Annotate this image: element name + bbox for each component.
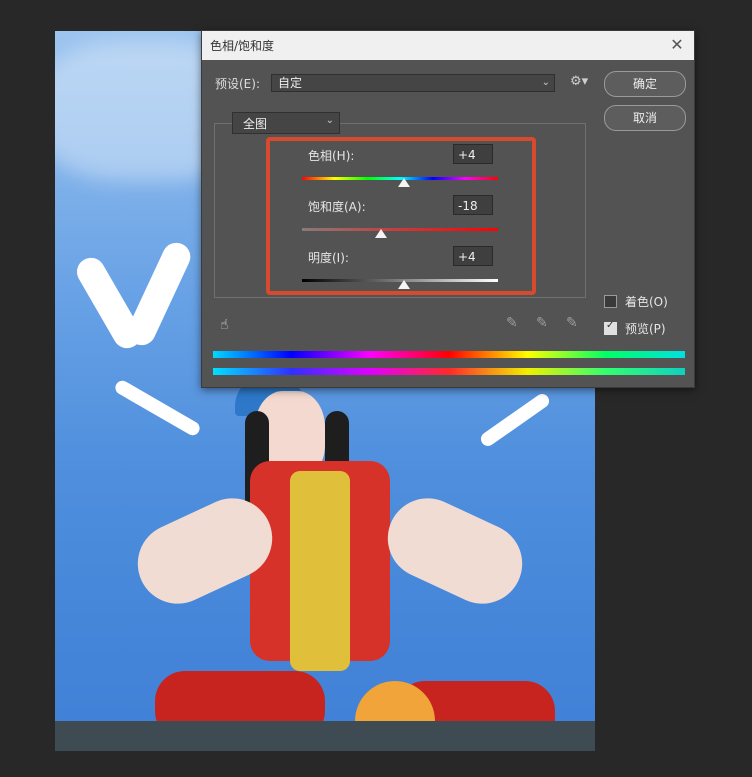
dialog-title: 色相/饱和度: [210, 39, 275, 53]
dialog-titlebar[interactable]: 色相/饱和度 ✕: [202, 31, 694, 60]
saturation-label: 饱和度(A):: [308, 200, 366, 214]
lightness-slider-thumb[interactable]: [398, 280, 410, 289]
lightness-label: 明度(I):: [308, 251, 349, 265]
colorize-checkbox-row[interactable]: 着色(O): [604, 293, 668, 310]
eyedropper-subtract-icon[interactable]: ✎: [566, 315, 578, 331]
saturation-slider-thumb[interactable]: [375, 229, 387, 238]
preview-checkbox-row[interactable]: 预览(P): [604, 320, 666, 337]
channel-dropdown[interactable]: 全图 ⌄: [232, 112, 340, 134]
channel-value: 全图: [243, 117, 268, 131]
eyedropper-icon[interactable]: ✎: [506, 315, 518, 331]
saturation-value-field[interactable]: -18: [453, 195, 493, 215]
colorize-checkbox[interactable]: [604, 295, 617, 308]
chevron-down-icon: ⌄: [325, 115, 334, 126]
highlight-box: [266, 137, 536, 295]
hand-adjust-icon[interactable]: ☝: [220, 317, 229, 333]
preset-value: 自定: [278, 76, 303, 90]
close-icon[interactable]: ✕: [668, 36, 686, 54]
cancel-button[interactable]: 取消: [604, 105, 686, 131]
eyedropper-add-icon[interactable]: ✎: [536, 315, 548, 331]
hue-saturation-dialog: 色相/饱和度 ✕ 预设(E): 自定 ⌄ ⚙▾ 确定 取消 全图 ⌄ 色相(H)…: [201, 30, 695, 388]
lightness-value-field[interactable]: +4: [453, 246, 493, 266]
preview-checkbox[interactable]: [604, 320, 617, 335]
preset-dropdown[interactable]: 自定 ⌄: [271, 74, 555, 92]
preset-row: 预设(E): 自定 ⌄: [215, 74, 555, 92]
input-color-bar: [213, 351, 685, 358]
hue-slider-thumb[interactable]: [398, 178, 410, 187]
gear-icon[interactable]: ⚙▾: [570, 74, 588, 89]
colorize-label: 着色(O): [625, 295, 668, 309]
ok-button[interactable]: 确定: [604, 71, 686, 97]
saturation-slider-track[interactable]: [302, 228, 498, 231]
hue-value-field[interactable]: +4: [453, 144, 493, 164]
preview-label: 预览(P): [625, 322, 666, 336]
chevron-down-icon: ⌄: [541, 77, 550, 88]
preset-label: 预设(E):: [215, 76, 260, 91]
hue-label: 色相(H):: [308, 149, 355, 163]
output-color-bar: [213, 368, 685, 375]
